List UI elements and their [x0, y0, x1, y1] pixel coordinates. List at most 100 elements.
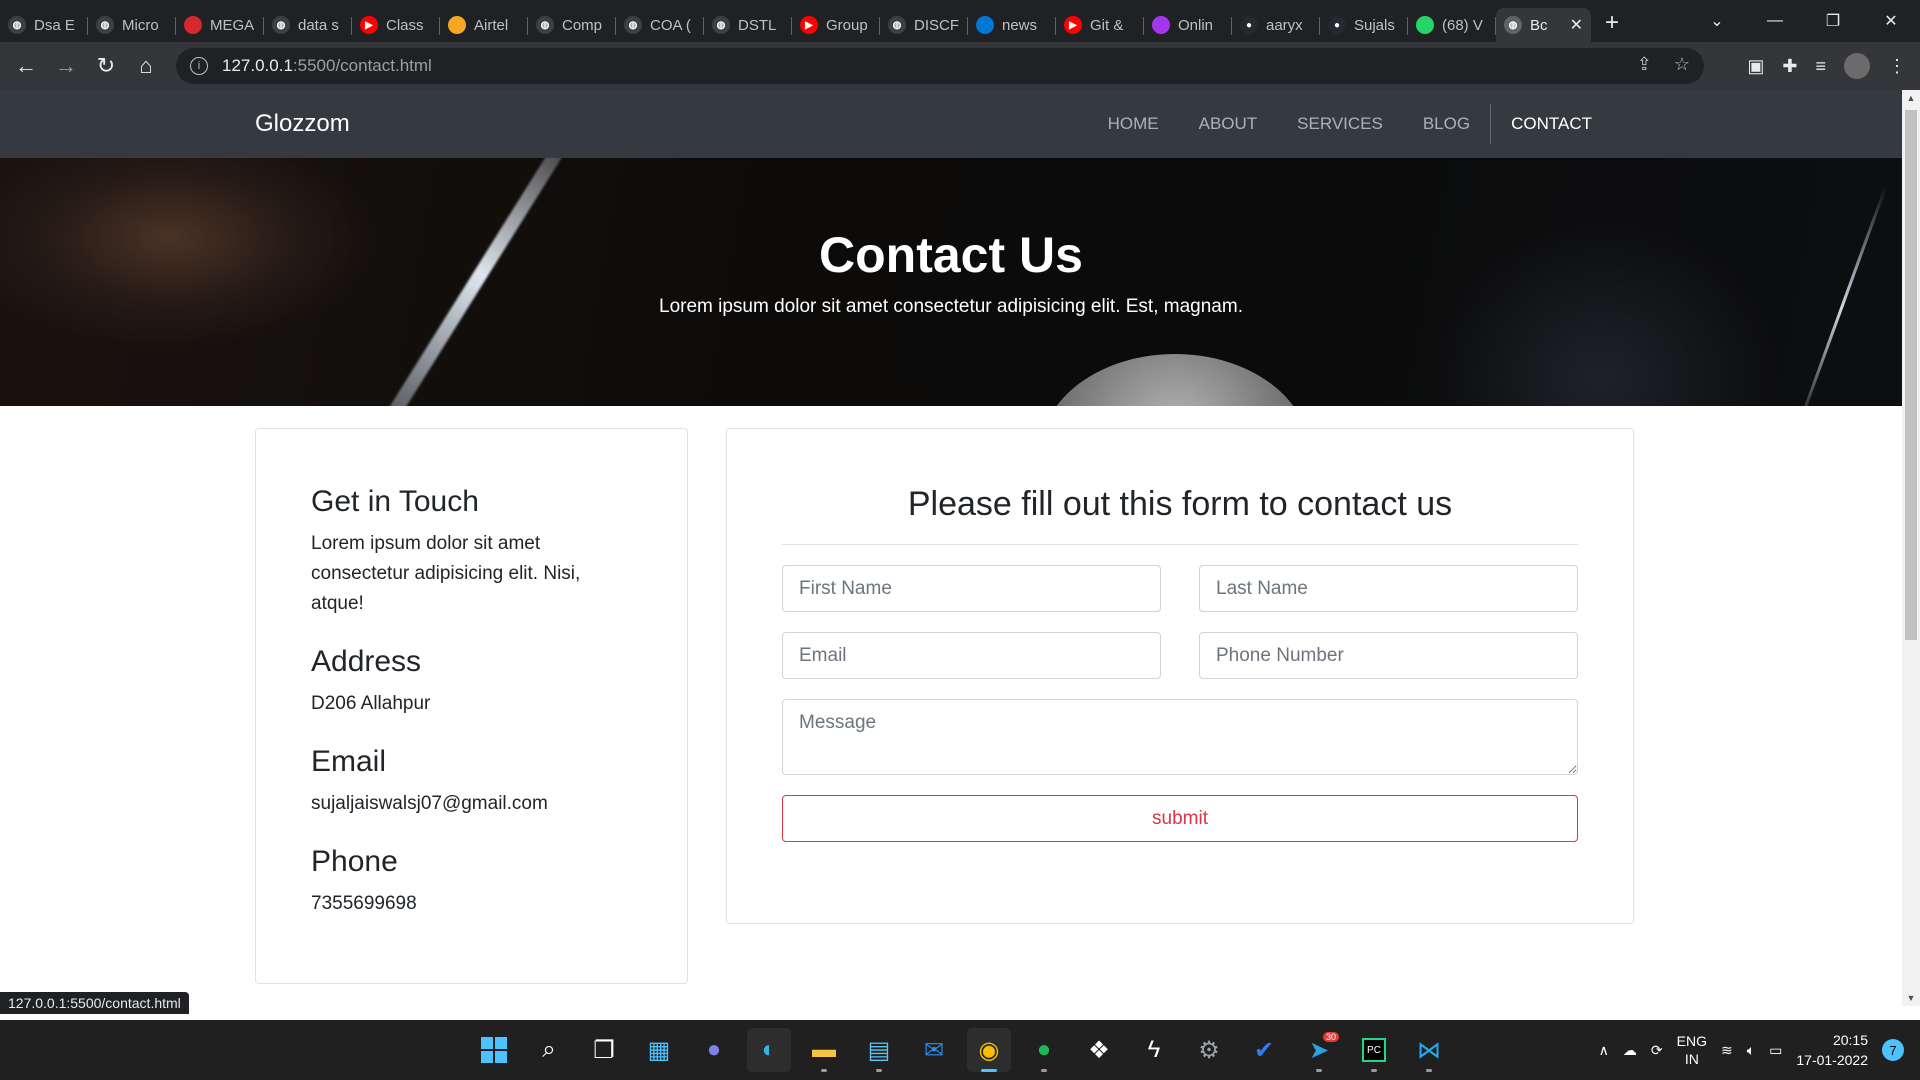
vscode-icon[interactable]: ⋈ [1407, 1028, 1451, 1072]
globe-icon: ◍ [712, 16, 730, 34]
browser-tab[interactable]: Onlin [1144, 8, 1232, 42]
todo-check-icon[interactable]: ✔ [1242, 1028, 1286, 1072]
reading-list-icon[interactable]: ≡ [1815, 56, 1826, 77]
nav-about[interactable]: ABOUT [1179, 114, 1278, 134]
site-info-icon[interactable]: i [190, 57, 208, 75]
task-view-icon[interactable]: ❐ [582, 1028, 626, 1072]
search-icon[interactable]: ⌕ [527, 1028, 571, 1072]
widgets-icon[interactable]: ▦ [637, 1028, 681, 1072]
pycharm-icon[interactable]: PC [1352, 1028, 1396, 1072]
running-indicator [1371, 1069, 1377, 1072]
start-windows-icon[interactable] [472, 1028, 516, 1072]
sync-icon[interactable]: ⟳ [1651, 1042, 1663, 1059]
browser-tab[interactable]: ◍ Dsa E [0, 8, 88, 42]
address-heading: Address [311, 645, 422, 678]
share-icon[interactable]: ⇪ [1637, 54, 1652, 75]
browser-tab[interactable]: Airtel [440, 8, 528, 42]
browser-tab[interactable]: ▶ Class [352, 8, 440, 42]
file-explorer-icon[interactable]: ▬ [802, 1028, 846, 1072]
close-tab-icon[interactable]: ✕ [1570, 15, 1583, 35]
notification-badge[interactable]: 7 [1882, 1039, 1904, 1061]
phone-input[interactable] [1199, 632, 1578, 679]
wifi-icon[interactable]: ≋ [1721, 1042, 1733, 1059]
onedrive-cloud-icon[interactable]: ☁ [1623, 1042, 1637, 1059]
spotify-icon[interactable]: ● [1022, 1028, 1066, 1072]
media-icon[interactable]: ▣ [1747, 56, 1764, 77]
browser-tab-label: (68) V [1442, 16, 1483, 34]
tray-chevron-icon[interactable]: ∧ [1599, 1042, 1609, 1059]
browser-tab[interactable]: ● Sujals [1320, 8, 1408, 42]
browser-tab-label: Git & [1090, 16, 1124, 34]
browser-tab[interactable]: (68) V [1408, 8, 1496, 42]
settings-gear-icon[interactable]: ⚙ [1187, 1028, 1231, 1072]
browser-tab[interactable]: ◍ DSTL [704, 8, 792, 42]
browser-tab-label: news [1002, 16, 1038, 34]
browser-tab[interactable]: news [968, 8, 1056, 42]
tab-active[interactable]: ◍ Bc ✕ [1496, 8, 1591, 42]
language-indicator[interactable]: ENG IN [1677, 1032, 1707, 1068]
globe-icon: ◍ [624, 16, 642, 34]
youtube-icon: ▶ [800, 16, 818, 34]
browser-tab[interactable]: ▶ Group [792, 8, 880, 42]
notepad-icon[interactable]: ▤ [857, 1028, 901, 1072]
bookmark-star-icon[interactable]: ☆ [1674, 54, 1690, 75]
message-textarea[interactable] [782, 699, 1578, 775]
nav-contact[interactable]: CONTACT [1490, 104, 1612, 144]
browser-tab-label: Airtel [474, 16, 509, 34]
youtube-icon: ▶ [360, 16, 378, 34]
page-scrollbar[interactable]: ▲ ▼ [1902, 90, 1920, 1006]
volume-icon[interactable]: 🔈︎ [1747, 1042, 1755, 1059]
terminal-icon[interactable]: ϟ [1132, 1028, 1176, 1072]
browser-tab[interactable]: ◍ data s [264, 8, 352, 42]
running-indicator [821, 1069, 827, 1072]
youtube-icon: ▶ [1064, 16, 1082, 34]
battery-icon[interactable]: ▭ [1769, 1042, 1782, 1059]
mail-icon[interactable]: ✉ [912, 1028, 956, 1072]
extensions-puzzle-icon[interactable]: ✚ [1782, 56, 1797, 77]
menu-kebab-icon[interactable]: ⋮ [1888, 56, 1906, 77]
browser-tab[interactable]: ◍ COA ( [616, 8, 704, 42]
scrollbar-thumb[interactable] [1905, 110, 1917, 640]
scroll-up-arrow[interactable]: ▲ [1902, 90, 1920, 106]
airtel-icon [448, 16, 466, 34]
browser-tab[interactable]: ◍ DISCF [880, 8, 968, 42]
url-bar[interactable]: i 127.0.0.1:5500/contact.html ⇪ ☆ [176, 48, 1704, 84]
close-window-button[interactable]: ✕ [1862, 0, 1920, 42]
site-navbar: Glozzom HOME ABOUT SERVICES BLOG CONTACT [0, 90, 1902, 158]
minimize-button[interactable]: — [1746, 0, 1804, 42]
browser-tab[interactable]: ◍ Comp [528, 8, 616, 42]
browser-tab[interactable]: MEGA [176, 8, 264, 42]
telegram-icon[interactable]: ➤ 30 [1297, 1028, 1341, 1072]
new-tab-button[interactable]: + [1605, 9, 1619, 37]
brand-logo[interactable]: Glozzom [255, 110, 350, 138]
profile-avatar[interactable] [1844, 53, 1870, 79]
nav-home[interactable]: HOME [1088, 114, 1179, 134]
forward-button[interactable]: → [46, 46, 86, 86]
teams-chat-icon[interactable]: ● [692, 1028, 736, 1072]
reload-button[interactable]: ↻ [86, 46, 126, 86]
chrome-icon[interactable]: ◉ [967, 1028, 1011, 1072]
submit-button[interactable]: submit [782, 795, 1578, 842]
home-button[interactable]: ⌂ [126, 46, 166, 86]
globe-icon: ◍ [1504, 16, 1522, 34]
name-row [782, 565, 1578, 612]
last-name-input[interactable] [1199, 565, 1578, 612]
scroll-down-arrow[interactable]: ▼ [1902, 990, 1920, 1006]
back-button[interactable]: ← [6, 46, 46, 86]
clock-time: 20:15 [1832, 1032, 1868, 1048]
edge-icon[interactable]: ◐ [747, 1028, 791, 1072]
nav-services[interactable]: SERVICES [1277, 114, 1403, 134]
first-name-input[interactable] [782, 565, 1161, 612]
browser-tab[interactable]: ● aaryx [1232, 8, 1320, 42]
clock[interactable]: 20:15 17-01-2022 [1796, 1030, 1868, 1070]
browser-tab[interactable]: ◍ Micro [88, 8, 176, 42]
dropbox-icon[interactable]: ❖ [1077, 1028, 1121, 1072]
nav-blog[interactable]: BLOG [1403, 114, 1490, 134]
hero-phone-dial [1040, 354, 1310, 406]
browser-tab[interactable]: ▶ Git & [1056, 8, 1144, 42]
email-input[interactable] [782, 632, 1161, 679]
active-indicator [981, 1069, 997, 1072]
tab-search-icon[interactable]: ⌄ [1688, 0, 1746, 42]
restore-button[interactable]: ❐ [1804, 0, 1862, 42]
system-tray: ∧ ☁ ⟳ ENG IN ≋ 🔈︎ ▭ 20:15 17-01-2022 7 [1599, 1020, 1904, 1080]
